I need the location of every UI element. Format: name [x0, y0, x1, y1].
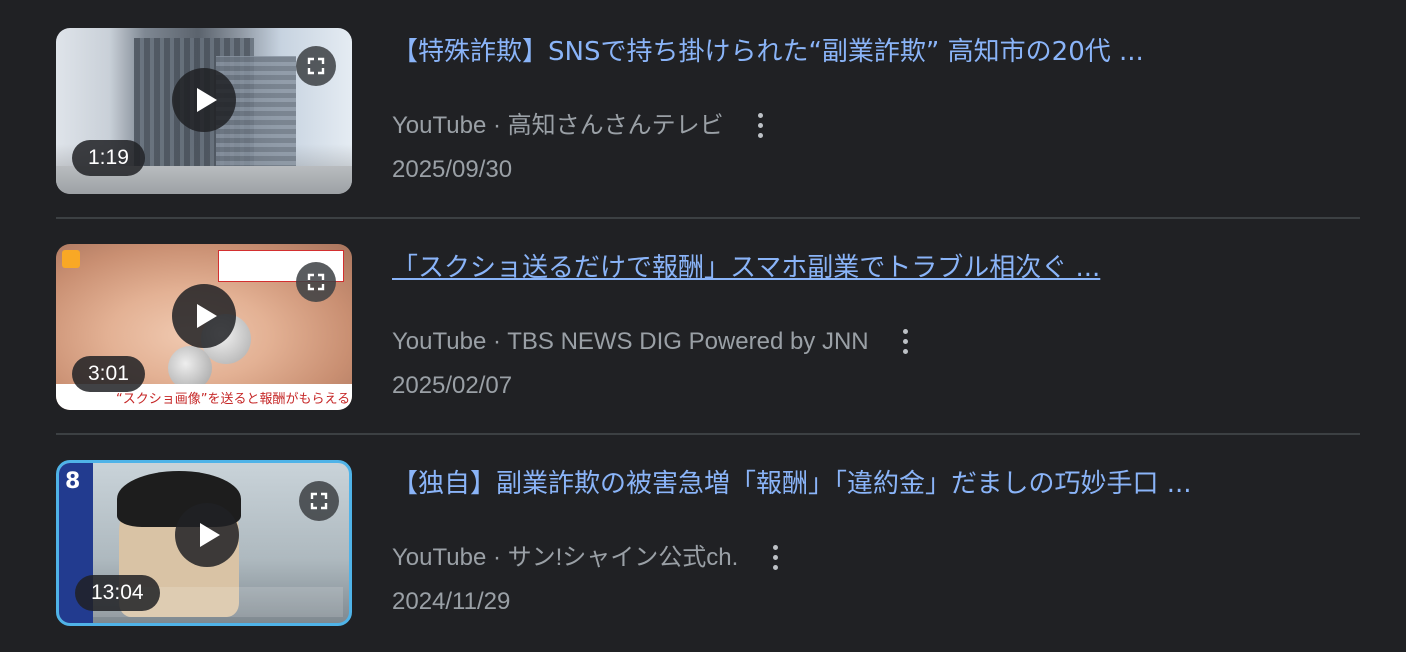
channel-name: 高知さんさんテレビ	[507, 112, 724, 139]
channel-logo-icon	[62, 250, 80, 268]
duration-badge: 1:19	[72, 140, 145, 176]
source-label: YouTube	[392, 328, 487, 355]
meta-separator: ·	[486, 112, 508, 139]
source-label: YouTube	[392, 544, 487, 571]
video-meta: YouTube · サン!シャイン公式ch.	[392, 540, 787, 576]
video-result: “スクショ画像”を送ると報酬がもらえる 3:01 「スクショ送るだけで報酬」スマ…	[56, 244, 1360, 410]
source-label: YouTube	[392, 112, 487, 139]
video-thumbnail[interactable]: 1:19	[56, 28, 352, 194]
channel-logo-text: 8	[65, 469, 81, 494]
more-vert-icon[interactable]	[893, 325, 917, 357]
channel-name: サン!シャイン公式ch.	[507, 544, 739, 571]
play-icon[interactable]	[172, 68, 236, 132]
result-divider	[56, 433, 1360, 435]
expand-icon[interactable]	[296, 46, 336, 86]
video-meta: YouTube · TBS NEWS DIG Powered by JNN	[392, 324, 917, 360]
publish-date: 2025/09/30	[392, 156, 513, 183]
video-meta: YouTube · 高知さんさんテレビ	[392, 108, 772, 144]
expand-icon[interactable]	[299, 481, 339, 521]
video-title-link[interactable]: 【独自】副業詐欺の被害急増「報酬」「違約金」だましの巧妙手口 ...	[392, 464, 1360, 504]
expand-icon[interactable]	[296, 262, 336, 302]
more-vert-icon[interactable]	[763, 541, 787, 573]
duration-badge: 3:01	[72, 356, 145, 392]
video-title-link[interactable]: 【特殊詐欺】SNSで持ち掛けられた“副業詐欺” 高知市の20代 ...	[392, 32, 1360, 72]
video-results-list: 1:19 【特殊詐欺】SNSで持ち掛けられた“副業詐欺” 高知市の20代 ...…	[0, 0, 1406, 652]
video-result: 1:19 【特殊詐欺】SNSで持ち掛けられた“副業詐欺” 高知市の20代 ...…	[56, 28, 1360, 194]
meta-separator: ·	[486, 328, 508, 355]
duration-badge: 13:04	[75, 575, 160, 611]
result-divider	[56, 217, 1360, 219]
play-icon[interactable]	[175, 503, 239, 567]
channel-name: TBS NEWS DIG Powered by JNN	[507, 328, 869, 355]
video-thumbnail[interactable]: “スクショ画像”を送ると報酬がもらえる 3:01	[56, 244, 352, 410]
meta-separator: ·	[486, 544, 508, 571]
video-thumbnail[interactable]: 8 13:04	[56, 460, 352, 626]
video-title-link[interactable]: 「スクショ送るだけで報酬」スマホ副業でトラブル相次ぐ ...	[392, 248, 1360, 288]
play-icon[interactable]	[172, 284, 236, 348]
more-vert-icon[interactable]	[748, 109, 772, 141]
video-result: 8 13:04 【独自】副業詐欺の被害急増「報酬」「違約金」だましの巧妙手口 .…	[56, 460, 1360, 626]
publish-date: 2025/02/07	[392, 372, 513, 399]
thumbnail-caption: “スクショ画像”を送ると報酬がもらえる	[116, 392, 351, 407]
publish-date: 2024/11/29	[392, 588, 511, 615]
